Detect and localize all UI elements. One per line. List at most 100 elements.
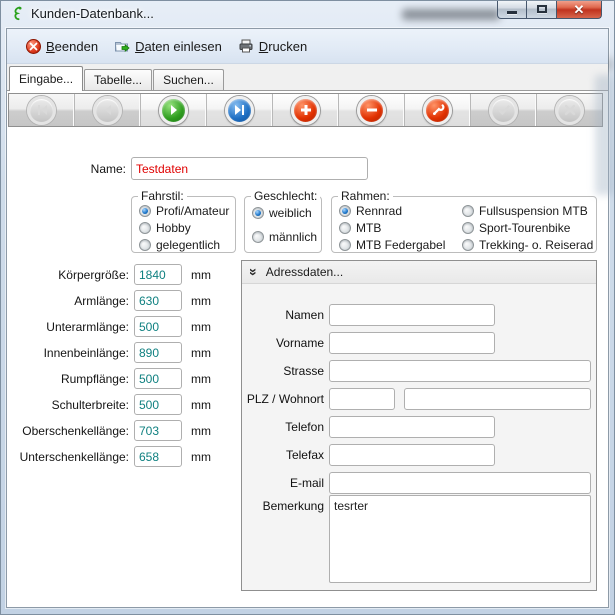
last-record-icon xyxy=(225,96,254,125)
first-record-icon xyxy=(27,96,56,125)
drucken-button[interactable]: Drucken xyxy=(230,34,315,58)
radio-gelegentlich[interactable]: gelegentlich xyxy=(139,238,220,252)
rumpflaenge-input[interactable] xyxy=(134,368,182,389)
innenbeinlaenge-label: Innenbeinlänge: xyxy=(7,346,129,360)
next-record-icon xyxy=(159,96,188,125)
schulterbreite-label: Schulterbreite: xyxy=(7,398,129,412)
unit-label: mm xyxy=(191,398,211,412)
nav-insert-button[interactable] xyxy=(273,94,339,126)
maximize-icon xyxy=(537,5,547,13)
unterarmlaenge-label: Unterarmlänge: xyxy=(7,320,129,334)
nav-prior-button xyxy=(75,94,141,126)
plz-wohnort-label: PLZ / Wohnort xyxy=(242,392,324,406)
armlaenge-input[interactable] xyxy=(134,290,182,311)
geschlecht-group: Geschlecht: weiblich männlich xyxy=(244,196,322,253)
rahmen-group: Rahmen: Rennrad MTB MTB Federgabel Fulls… xyxy=(331,196,597,253)
wohnort-input[interactable] xyxy=(404,388,591,410)
telefax-label: Telefax xyxy=(242,448,324,462)
oberschenkellaenge-label: Oberschenkellänge: xyxy=(7,424,129,438)
radio-profi-amateur[interactable]: Profi/Amateur xyxy=(139,204,229,218)
radio-fullsuspension-mtb[interactable]: Fullsuspension MTB xyxy=(462,204,588,218)
oberschenkellaenge-input[interactable] xyxy=(134,420,182,441)
rumpflaenge-label: Rumpflänge: xyxy=(7,372,129,386)
app-window: Kunden-Datenbank... ✕ Beenden xyxy=(0,0,615,615)
nav-post-button xyxy=(471,94,537,126)
chevron-double-down-icon: » xyxy=(247,268,261,276)
radio-mtb[interactable]: MTB xyxy=(339,221,381,235)
radio-dot xyxy=(462,239,474,251)
nav-first-button xyxy=(9,94,75,126)
koerpergroesse-input[interactable] xyxy=(134,264,182,285)
close-icon: ✕ xyxy=(574,3,585,16)
daten-einlesen-label: Daten einlesen xyxy=(135,39,222,54)
glass-blur-background xyxy=(402,9,500,20)
radio-dot xyxy=(462,205,474,217)
unterarmlaenge-input[interactable] xyxy=(134,316,182,337)
radio-dot xyxy=(339,222,351,234)
beenden-button[interactable]: Beenden xyxy=(17,34,106,58)
telefax-input[interactable] xyxy=(329,444,495,466)
radio-mtb-federgabel[interactable]: MTB Federgabel xyxy=(339,238,445,252)
unit-label: mm xyxy=(191,450,211,464)
adressdaten-header[interactable]: » Adressdaten... xyxy=(242,261,596,284)
radio-dot xyxy=(139,205,151,217)
schulterbreite-input[interactable] xyxy=(134,394,182,415)
rahmen-caption: Rahmen: xyxy=(338,189,393,203)
fahrstil-caption: Fahrstil: xyxy=(138,189,187,203)
name-label: Name: xyxy=(7,162,126,176)
title-bar: Kunden-Datenbank... ✕ xyxy=(0,0,615,28)
tab-eingabe[interactable]: Eingabe... xyxy=(9,66,83,91)
strasse-input[interactable] xyxy=(329,360,591,382)
unit-label: mm xyxy=(191,372,211,386)
radio-maennlich[interactable]: männlich xyxy=(252,230,317,244)
insert-record-icon xyxy=(291,96,320,125)
eingabe-page: Name: Fahrstil: Profi/Amateur Hobby gele… xyxy=(7,91,608,607)
tab-tabelle[interactable]: Tabelle... xyxy=(84,69,152,90)
radio-dot xyxy=(339,205,351,217)
cancel-cross-icon xyxy=(555,96,584,125)
nav-edit-button[interactable] xyxy=(405,94,471,126)
minimize-icon xyxy=(507,11,517,14)
email-label: E-mail xyxy=(242,476,324,490)
name-input[interactable] xyxy=(131,157,368,180)
minimize-button[interactable] xyxy=(497,0,527,19)
innenbeinlaenge-input[interactable] xyxy=(134,342,182,363)
radio-hobby[interactable]: Hobby xyxy=(139,221,191,235)
db-navigator xyxy=(8,93,603,127)
client-area: Beenden Daten einlesen xyxy=(6,28,609,608)
email-input[interactable] xyxy=(329,472,591,494)
strasse-label: Strasse xyxy=(242,364,324,378)
armlaenge-label: Armlänge: xyxy=(7,294,129,308)
bemerkung-label: Bemerkung xyxy=(242,499,324,513)
radio-sport-tourenbike[interactable]: Sport-Tourenbike xyxy=(462,221,570,235)
telefon-label: Telefon xyxy=(242,420,324,434)
tab-suchen[interactable]: Suchen... xyxy=(153,69,224,90)
vorname-input[interactable] xyxy=(329,332,495,354)
namen-input[interactable] xyxy=(329,304,495,326)
command-toolbar: Beenden Daten einlesen xyxy=(7,29,608,64)
radio-rennrad[interactable]: Rennrad xyxy=(339,204,402,218)
nav-last-button[interactable] xyxy=(207,94,273,126)
geschlecht-caption: Geschlecht: xyxy=(251,189,320,203)
fahrstil-group: Fahrstil: Profi/Amateur Hobby gelegentli… xyxy=(131,196,236,253)
plz-input[interactable] xyxy=(329,388,395,410)
app-icon xyxy=(10,6,26,22)
nav-delete-button[interactable] xyxy=(339,94,405,126)
adressdaten-panel: » Adressdaten... Namen Vorname Strasse P… xyxy=(241,260,597,591)
nav-next-button[interactable] xyxy=(141,94,207,126)
close-button[interactable]: ✕ xyxy=(556,0,602,19)
namen-label: Namen xyxy=(242,308,324,322)
telefon-input[interactable] xyxy=(329,416,495,438)
unit-label: mm xyxy=(191,320,211,334)
daten-einlesen-button[interactable]: Daten einlesen xyxy=(106,34,230,58)
maximize-button[interactable] xyxy=(527,0,556,19)
unit-label: mm xyxy=(191,294,211,308)
unit-label: mm xyxy=(191,268,211,282)
radio-dot xyxy=(252,231,264,243)
radio-weiblich[interactable]: weiblich xyxy=(252,206,312,220)
window-title: Kunden-Datenbank... xyxy=(31,6,154,21)
koerpergroesse-label: Körpergröße: xyxy=(7,268,129,282)
radio-trekking-reiserad[interactable]: Trekking- o. Reiserad xyxy=(462,238,593,252)
unterschenkellaenge-input[interactable] xyxy=(134,446,182,467)
bemerkung-textarea[interactable]: tesrter xyxy=(329,495,591,583)
